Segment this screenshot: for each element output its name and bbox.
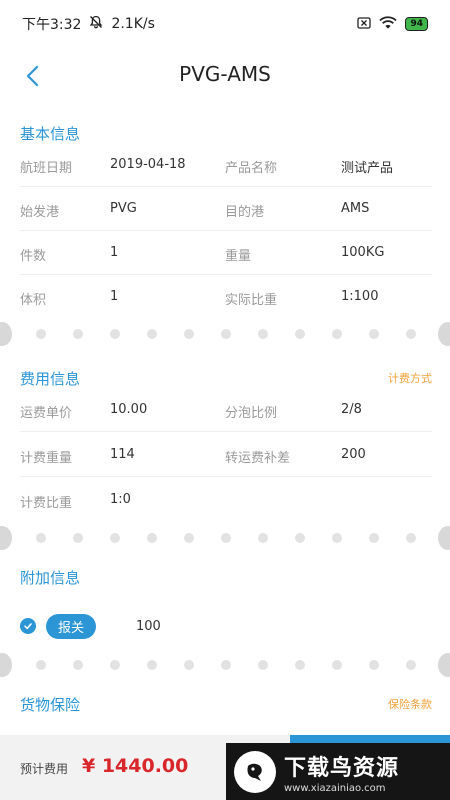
label-destination-port: 目的港 (225, 205, 265, 220)
info-row: 始发港 PVG 目的港 AMS (20, 187, 432, 231)
label-volume: 体积 (20, 293, 47, 308)
extra-item-customs: 报关 100 (20, 612, 320, 640)
value-pieces: 1 (110, 245, 119, 260)
value-transfer-fee-diff: 200 (341, 447, 366, 462)
label-split-ratio: 分泡比例 (225, 406, 278, 421)
customs-chip[interactable]: 报关 (46, 613, 97, 639)
estimated-fee-value: ¥ 1440.00 (82, 755, 189, 777)
section-divider (0, 526, 450, 550)
checkbox-customs[interactable] (20, 618, 36, 634)
section-divider (0, 322, 450, 346)
value-chargeable-weight: 114 (110, 447, 135, 462)
page-title: PVG-AMS (179, 62, 271, 86)
status-time: 下午3:32 (22, 17, 82, 33)
billing-method-link[interactable]: 计费方式 (388, 370, 432, 386)
watermark-logo: 下载鸟资源 www.xiazainiao.com (226, 743, 450, 800)
value-weight: 100KG (341, 245, 385, 260)
status-right: 94 (357, 14, 428, 33)
submit-button[interactable] (290, 735, 450, 743)
value-flight-date: 2019-04-18 (110, 157, 186, 172)
watermark-name: 下载鸟资源 (284, 755, 400, 781)
label-pieces: 件数 (20, 249, 47, 264)
info-row: 计费比重 1:0 (20, 478, 432, 522)
label-weight: 重量 (225, 249, 252, 264)
nav-bar: PVG-AMS (0, 52, 450, 100)
value-actual-ratio: 1:100 (341, 289, 379, 304)
wifi-icon (379, 14, 398, 33)
section-title-fee: 费用信息 (20, 370, 81, 388)
info-row: 体积 1 实际比重 1:100 (20, 275, 432, 319)
label-chargeable-ratio: 计费比重 (20, 496, 73, 511)
watermark-url: www.xiazainiao.com (284, 782, 386, 794)
section-title-insurance: 货物保险 (20, 696, 81, 714)
value-product-name: 测试产品 (341, 161, 394, 176)
insurance-terms-link[interactable]: 保险条款 (388, 696, 432, 712)
bird-logo-icon (234, 750, 276, 793)
customs-fee-value: 100 (136, 618, 161, 634)
label-flight-date: 航班日期 (20, 161, 73, 176)
label-chargeable-weight: 计费重量 (20, 451, 73, 466)
info-row: 件数 1 重量 100KG (20, 231, 432, 275)
sim-off-icon (357, 14, 372, 33)
network-speed: 2.1K/s (111, 16, 155, 32)
label-product-name: 产品名称 (225, 161, 278, 176)
section-divider (0, 653, 450, 677)
bottom-bar: 预计费用 ¥ 1440.00 下载鸟资源 www.xiazainiao.com (0, 735, 450, 800)
value-destination-port: AMS (341, 201, 370, 216)
info-row: 计费重量 114 转运费补差 200 (20, 433, 432, 477)
value-freight-unit-price: 10.00 (110, 402, 148, 417)
label-origin-port: 始发港 (20, 205, 60, 220)
battery-icon: 94 (405, 16, 428, 31)
section-title-basic: 基本信息 (20, 125, 81, 143)
info-row: 航班日期 2019-04-18 产品名称 测试产品 (20, 143, 432, 187)
value-chargeable-ratio: 1:0 (110, 492, 131, 507)
status-left: 下午3:32 2.1K/s (22, 14, 155, 34)
check-icon (24, 623, 32, 630)
label-actual-ratio: 实际比重 (225, 293, 278, 308)
label-transfer-fee-diff: 转运费补差 (225, 451, 291, 466)
value-volume: 1 (110, 289, 119, 304)
value-origin-port: PVG (110, 201, 137, 216)
status-bar: 下午3:32 2.1K/s 94 (0, 0, 450, 48)
section-title-extra: 附加信息 (20, 569, 81, 587)
value-split-ratio: 2/8 (341, 402, 362, 417)
estimated-fee-label: 预计费用 (20, 762, 69, 776)
label-freight-unit-price: 运费单价 (20, 406, 73, 421)
info-row: 运费单价 10.00 分泡比例 2/8 (20, 388, 432, 432)
mute-bell-icon (89, 15, 103, 33)
